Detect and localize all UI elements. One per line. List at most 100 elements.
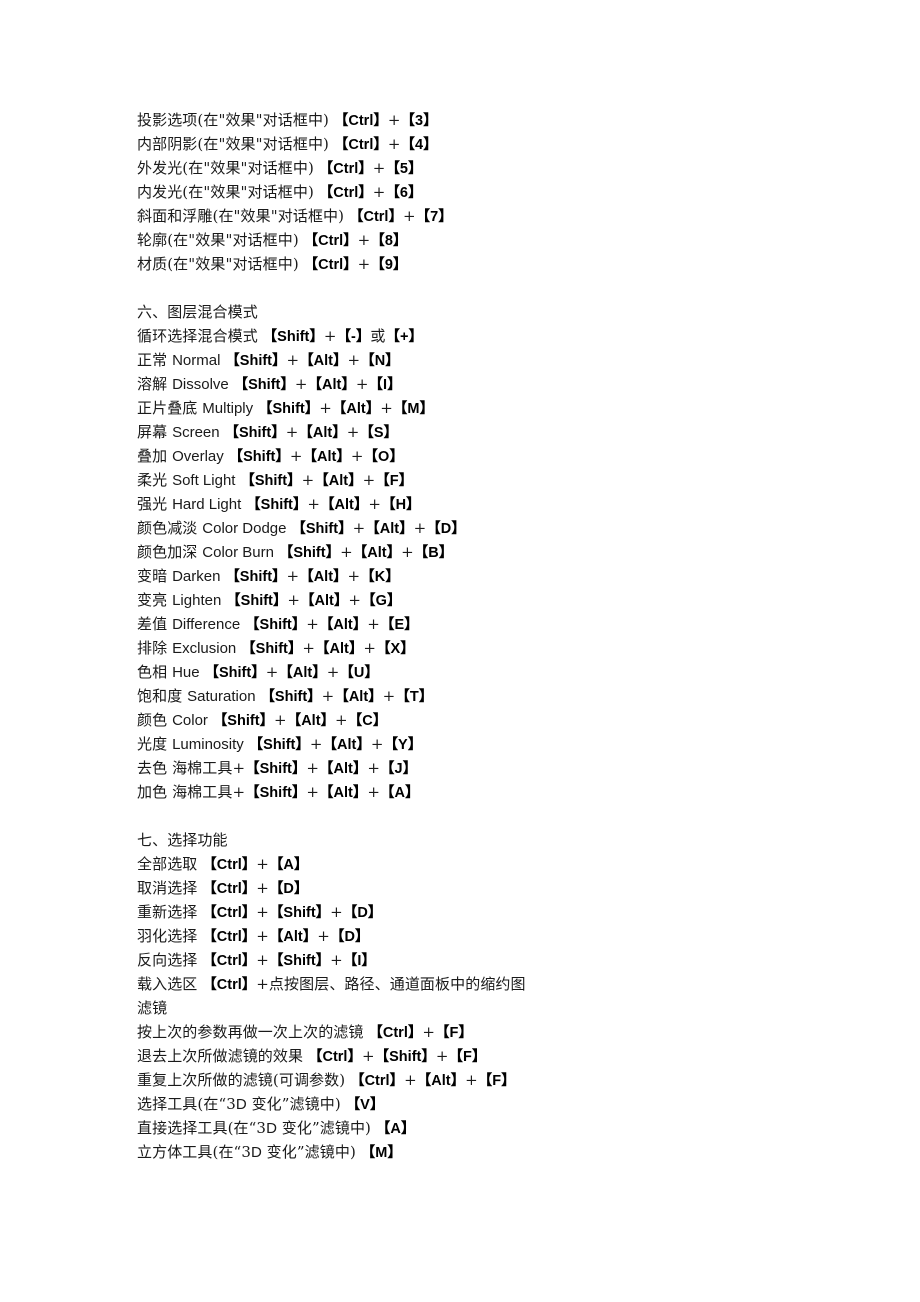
- latin-token: Color: [172, 712, 208, 729]
- key-token: 【Alt】: [298, 425, 347, 441]
- latin-token: Dissolve: [172, 376, 229, 393]
- key-token: 【Alt】: [334, 689, 383, 705]
- latin-token: Multiply: [202, 400, 254, 417]
- shortcut-line: 材质(在"效果"对话框中) 【Ctrl】+【9】: [137, 255, 408, 273]
- latin-token: Hue: [172, 664, 200, 681]
- shortcut-line: 投影选项(在"效果"对话框中) 【Ctrl】+【3】: [137, 111, 438, 129]
- key-token: 【F】: [435, 1025, 473, 1041]
- shortcut-line: 循环选择混合模式 【Shift】+【-】或【+】: [137, 327, 423, 345]
- key-token: 【Shift】: [268, 905, 331, 921]
- key-token: 【Alt】: [319, 785, 368, 801]
- key-token: 【V】: [345, 1097, 385, 1113]
- key-token: 【A】: [268, 857, 309, 873]
- shortcut-line: 强光 Hard Light 【Shift】+【Alt】+【H】: [137, 495, 421, 513]
- key-token: 【D】: [268, 881, 309, 897]
- shortcut-line: 立方体工具(在“3D 变化”滤镜中) 【M】: [137, 1143, 402, 1161]
- key-token: 【U】: [339, 665, 379, 681]
- key-token: 【D】: [329, 929, 370, 945]
- key-token: 【Ctrl】: [333, 137, 388, 153]
- key-token: 【Ctrl】: [307, 1049, 362, 1065]
- key-token: 【Shift】: [228, 449, 290, 465]
- shortcut-line: 全部选取 【Ctrl】+【A】: [137, 855, 309, 873]
- latin-token: Screen: [172, 424, 220, 441]
- key-token: 【Alt】: [331, 401, 381, 417]
- shortcut-line: 羽化选择 【Ctrl】+【Alt】+【D】: [137, 927, 370, 945]
- key-token: 【K】: [360, 569, 400, 585]
- shortcut-line: 反向选择 【Ctrl】+【Shift】+【I】: [137, 951, 376, 969]
- key-token: 【Ctrl】: [202, 905, 257, 921]
- key-token: 【Shift】: [374, 1049, 436, 1065]
- latin-token: D: [250, 1144, 262, 1161]
- key-token: 【7】: [415, 209, 453, 225]
- key-token: 【Shift】: [248, 737, 310, 753]
- key-token: 【F】: [477, 1073, 516, 1089]
- latin-token: D: [266, 1120, 277, 1137]
- key-token: 【Shift】: [291, 521, 353, 537]
- key-token: 【Ctrl】: [333, 113, 388, 129]
- key-token: 【Shift】: [245, 785, 307, 801]
- key-token: 【Shift】: [225, 569, 287, 585]
- key-token: 【S】: [359, 425, 399, 441]
- key-token: 【Shift】: [245, 617, 307, 633]
- latin-token: Lighten: [172, 592, 222, 609]
- key-token: 【Ctrl】: [202, 881, 257, 897]
- key-token: 【G】: [361, 593, 402, 609]
- key-token: 【C】: [347, 713, 388, 729]
- key-token: 【H】: [381, 497, 421, 513]
- key-token: 【Ctrl】: [303, 257, 358, 273]
- key-token: 【Alt】: [319, 761, 368, 777]
- latin-token: Normal: [172, 352, 221, 369]
- key-token: 【X】: [376, 641, 415, 657]
- key-token: 【Ctrl】: [318, 161, 373, 177]
- shortcut-line: 饱和度 Saturation 【Shift】+【Alt】+【T】: [137, 687, 434, 705]
- key-token: 【Shift】: [268, 953, 331, 969]
- key-token: 【Shift】: [260, 689, 322, 705]
- key-token: 【Alt】: [318, 617, 368, 633]
- shortcut-line: 取消选择 【Ctrl】+【D】: [137, 879, 309, 897]
- key-token: 【5】: [385, 161, 423, 177]
- key-token: 【Shift】: [262, 329, 324, 345]
- key-token: 【Alt】: [299, 353, 348, 369]
- shortcut-line: 斜面和浮雕(在"效果"对话框中) 【Ctrl】+【7】: [137, 207, 453, 225]
- key-token: 【Alt】: [322, 737, 371, 753]
- key-token: 【Shift】: [278, 545, 341, 561]
- shortcut-line: 外发光(在"效果"对话框中) 【Ctrl】+【5】: [137, 159, 423, 177]
- key-token: 【Shift】: [246, 497, 308, 513]
- shortcut-line: 颜色减淡 Color Dodge 【Shift】+【Alt】+【D】: [137, 519, 466, 537]
- key-token: 【Ctrl】: [202, 953, 257, 969]
- key-token: 【Ctrl】: [350, 1073, 405, 1089]
- key-token: 【Ctrl】: [368, 1025, 423, 1041]
- shortcut-line: 去色 海棉工具+【Shift】+【Alt】+【J】: [137, 759, 418, 777]
- key-token: 【M】: [360, 1145, 402, 1161]
- shortcut-line: 直接选择工具(在“3D 变化”滤镜中) 【A】: [137, 1119, 416, 1137]
- key-token: 【Shift】: [225, 353, 287, 369]
- key-token: 【Alt】: [352, 545, 402, 561]
- key-token: 【Alt】: [315, 641, 364, 657]
- shortcut-line: 载入选区 【Ctrl】+点按图层、路径、通道面板中的缩约图: [137, 975, 526, 993]
- key-token: 【8】: [370, 233, 408, 249]
- key-token: 【Alt】: [286, 713, 336, 729]
- shortcut-line: 溶解 Dissolve 【Shift】+【Alt】+【I】: [137, 375, 402, 393]
- shortcut-line: 按上次的参数再做一次上次的滤镜 【Ctrl】+【F】: [137, 1023, 473, 1041]
- key-token: 【Shift】: [226, 593, 288, 609]
- key-token: 【Alt】: [278, 665, 327, 681]
- key-token: 【6】: [385, 185, 423, 201]
- shortcut-line: 差值 Difference 【Shift】+【Alt】+【E】: [137, 615, 419, 633]
- key-token: 【Alt】: [307, 377, 356, 393]
- latin-token: Difference: [172, 616, 241, 633]
- key-token: 【Shift】: [240, 473, 302, 489]
- key-token: 【Ctrl】: [202, 977, 257, 993]
- key-token: 【Alt】: [268, 929, 318, 945]
- key-token: 【I】: [342, 953, 376, 969]
- key-token: 【Shift】: [224, 425, 286, 441]
- latin-token: Color Burn: [202, 544, 274, 561]
- key-token: 【B】: [413, 545, 454, 561]
- shortcut-line: 选择工具(在“3D 变化”滤镜中) 【V】: [137, 1095, 385, 1113]
- key-token: 【Shift】: [233, 377, 295, 393]
- key-token: 【-】: [336, 329, 371, 345]
- key-token: 【N】: [360, 353, 400, 369]
- key-token: 【+】: [385, 329, 423, 345]
- shortcut-line: 变暗 Darken 【Shift】+【Alt】+【K】: [137, 567, 400, 585]
- key-token: 【Shift】: [204, 665, 266, 681]
